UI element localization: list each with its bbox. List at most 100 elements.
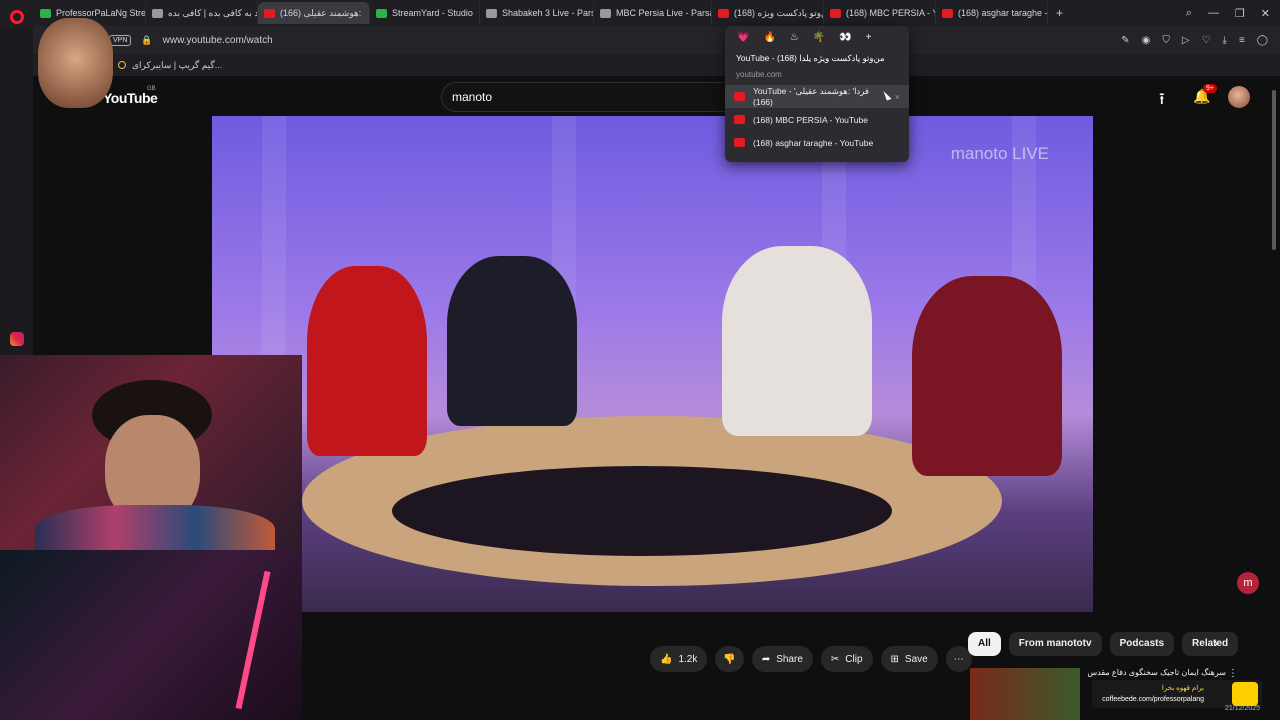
manoto-floating-button[interactable]: m — [1237, 572, 1259, 594]
palm-reaction-icon[interactable]: 🌴 — [813, 32, 825, 43]
profile-icon[interactable]: ◯ — [1257, 35, 1268, 46]
create-icon[interactable]: ⭱ — [1159, 88, 1165, 115]
chip-related[interactable]: Related — [1182, 632, 1239, 656]
url-field[interactable]: www.youtube.com/watch — [163, 35, 273, 46]
opera-logo-icon[interactable] — [10, 10, 24, 24]
related-video-thumbnail[interactable] — [970, 668, 1080, 720]
tab-6[interactable]: MBC Persia Live - Parsa TV — [594, 2, 712, 24]
tab-2[interactable]: ورود به کافی بده | کافی بده — [146, 2, 258, 24]
new-tab-button[interactable]: + — [1056, 6, 1063, 20]
address-toolbar: ✎ ◉ ⛉ ▷ ♡ ⤓ ≡ ◯ — [1121, 35, 1280, 46]
save-icon: ⊞ — [890, 653, 899, 665]
host-red-jacket — [307, 266, 427, 456]
fire-reaction-icon[interactable]: 🔥 — [763, 32, 775, 43]
popup-item-label: (168) asghar taraghe - YouTube — [753, 137, 874, 148]
tab-label: StreamYard - Studio — [392, 8, 473, 18]
vpn-badge[interactable]: VPN — [109, 34, 132, 46]
popup-tab-item[interactable]: (168) MBC PERSIA - YouTube — [725, 108, 909, 131]
donation-url: coffeebede.com/professorpalang — [1102, 696, 1204, 703]
share-label: Share — [776, 653, 803, 665]
tab-9[interactable]: (168) asghar taraghe - You — [936, 2, 1048, 24]
tab-strip: ProfessorPaLaNg Stream ورود به کافی بده … — [0, 0, 1280, 26]
tab-label: (168) MBC PERSIA - YouTu — [846, 8, 935, 18]
popup-tab-item[interactable]: (168) asghar taraghe - YouTube — [725, 131, 909, 154]
add-reaction-icon[interactable]: + — [866, 32, 872, 43]
play-icon[interactable]: ▷ — [1182, 35, 1190, 46]
neon-light — [235, 570, 271, 710]
account-avatar[interactable] — [1228, 86, 1250, 108]
tab-label: (168) من‌وتو پادکست ویژه — [734, 7, 823, 18]
like-button[interactable]: 👍 1.2k — [650, 646, 708, 672]
search-tabs-icon[interactable]: ⌕ — [1186, 7, 1192, 20]
tab-label: ورود به کافی بده | کافی بده — [168, 7, 258, 18]
youtube-header: ☰ YouTube GB manoto ⭱ 🔔 9+ — [33, 76, 1280, 116]
youtube-favicon-icon — [718, 8, 729, 18]
share-button[interactable]: ➦ Share — [751, 646, 813, 672]
video-player[interactable]: manoto LIVE — [212, 116, 1093, 612]
popup-item-close-icon[interactable]: × — [895, 92, 900, 102]
restore-button[interactable]: ❐ — [1235, 7, 1245, 20]
dislike-button[interactable]: 👎 — [715, 646, 744, 672]
popup-item-label: (168) MBC PERSIA - YouTube — [753, 114, 868, 125]
download-icon[interactable]: ⤓ — [1223, 35, 1227, 46]
popup-title: YouTube - من‌وتو پادکست ویژه یلدا (168) — [736, 53, 885, 63]
host-suit — [447, 256, 577, 426]
chip-podcasts[interactable]: Podcasts — [1109, 632, 1175, 656]
edit-icon[interactable]: ✎ — [1121, 35, 1129, 46]
share-icon: ➦ — [761, 653, 771, 665]
tab-label: ProfessorPaLaNg Stream — [56, 8, 146, 18]
heart-reaction-icon[interactable]: 💗 — [737, 32, 749, 43]
youtube-favicon-icon — [734, 138, 745, 147]
chip-all[interactable]: All — [968, 632, 1001, 656]
clip-button[interactable]: ✂ Clip — [820, 646, 873, 672]
watermark-brand: manoto — [950, 144, 1008, 163]
page-scrollbar[interactable] — [1272, 90, 1276, 250]
youtube-logo[interactable]: YouTube — [103, 90, 158, 106]
webcam-overlay-room — [0, 550, 302, 720]
popup-tab-item[interactable]: YouTube - 'فردا' :هوشمند عقیلی (166) × — [725, 85, 909, 108]
tab-label: (166) هوشمند عقیلی: — [280, 7, 362, 18]
system-date: 21/12/2025 — [1225, 705, 1261, 712]
close-window-button[interactable]: ✕ — [1261, 7, 1270, 20]
eyes-reaction-icon[interactable]: 👀 — [839, 32, 851, 43]
shield-icon[interactable]: ⛉ — [1162, 35, 1170, 46]
tab-3[interactable]: (166) هوشمند عقیلی: × — [258, 2, 370, 24]
save-button[interactable]: ⊞ Save — [880, 646, 938, 672]
youtube-favicon-icon — [942, 8, 953, 18]
tab-4[interactable]: StreamYard - Studio — [370, 2, 480, 24]
chip-from-channel[interactable]: From manototv — [1008, 632, 1102, 656]
heart-icon[interactable]: ♡ — [1202, 35, 1211, 46]
tab-7[interactable]: (168) من‌وتو پادکست ویژه — [712, 2, 824, 24]
camera-icon[interactable]: ◉ — [1142, 35, 1151, 46]
related-more-icon[interactable]: ⋮ — [1228, 668, 1238, 679]
minimize-button[interactable]: — — [1208, 7, 1219, 20]
bookmark-item[interactable]: گیم گریپ | سایبرکرای... — [132, 60, 222, 71]
lock-icon[interactable]: 🔒 — [141, 35, 152, 46]
channel-watermark: manoto LIVE — [951, 144, 1049, 164]
tab-5[interactable]: Shabakeh 3 Live - Pars — [480, 2, 594, 24]
clip-label: Clip — [845, 653, 863, 665]
notification-count-badge: 9+ — [1203, 84, 1217, 93]
tab-label: (168) asghar taraghe - You — [958, 8, 1048, 18]
thumbs-down-icon: 👎 — [723, 653, 736, 665]
related-video-title[interactable]: سرهنگ ایمان تاجیک سخنگوی دفاع مقدس — [1086, 668, 1226, 677]
instagram-icon[interactable] — [10, 332, 24, 346]
popup-reactions: 💗 🔥 ♨ 🌴 👀 + — [725, 26, 909, 49]
popup-host: youtube.com — [736, 70, 782, 79]
address-bar: VPN 🔒 www.youtube.com/watch ✎ ◉ ⛉ ▷ ♡ ⤓ … — [33, 26, 1280, 54]
tab-label: MBC Persia Live - Parsa TV — [616, 8, 711, 18]
chips-next-icon[interactable]: › — [1214, 636, 1218, 650]
related-filter-chips: All From manototv Podcasts Related — [968, 632, 1239, 656]
more-icon: ⋯ — [953, 653, 964, 665]
like-count: 1.2k — [678, 653, 698, 665]
watermark-live: LIVE — [1012, 144, 1049, 163]
studio-table-center — [392, 466, 892, 556]
tab-8[interactable]: (168) MBC PERSIA - YouTu — [824, 2, 936, 24]
host-white-shirt — [722, 246, 872, 436]
webcam-overlay-streamer — [0, 355, 302, 550]
favicon-icon — [600, 8, 611, 18]
menu-icon[interactable]: ≡ — [1239, 35, 1245, 46]
video-actions: 👍 1.2k 👎 ➦ Share ✂ Clip ⊞ Save ⋯ — [650, 646, 972, 672]
streamer-sticker-image — [38, 18, 113, 108]
hotspring-reaction-icon[interactable]: ♨ — [790, 32, 799, 43]
